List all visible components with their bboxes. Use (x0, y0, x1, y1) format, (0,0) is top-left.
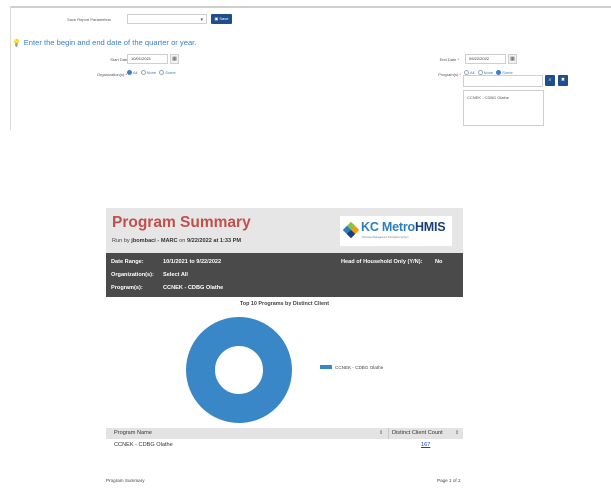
footer-report-name: Program Summary (106, 478, 145, 483)
report-viewer-page: Save Report Parameters ▾ ▣Save 💡 Enter th… (0, 0, 611, 489)
legend-swatch (320, 365, 332, 369)
org-radio-group: All None Some (125, 70, 176, 75)
required-marker: * (457, 57, 459, 62)
meta-program-label: Program(s): (111, 285, 143, 291)
hint-text: Enter the begin and end date of the quar… (23, 38, 197, 47)
report-header: Program Summary Run by jbombaci - MARC o… (106, 208, 463, 253)
run-by-datetime: 9/22/2022 at 1:33 PM (186, 238, 242, 244)
meta-org-value: Select All (163, 272, 188, 278)
end-date-input[interactable]: 09/22/2022 (465, 54, 506, 64)
save-button-label: Save (219, 16, 229, 21)
save-params-button[interactable]: ▣Save (211, 14, 232, 24)
start-date-input[interactable]: 10/01/2021 (127, 54, 168, 64)
col-distinct-client-count[interactable]: Distinct Client Count (392, 430, 443, 436)
date-range-label: Date Range: (111, 259, 144, 265)
program-list: CCNEK - CDBG Olathe (463, 90, 544, 126)
logo-mark-icon (342, 221, 360, 239)
start-date-label-text: Start Date (110, 57, 129, 62)
run-by-user: jbombaci - MARC (131, 238, 178, 244)
run-by-on: on (179, 238, 186, 244)
required-marker: * (459, 72, 461, 77)
org-radio-all[interactable] (127, 70, 132, 75)
close-icon: ✖ (560, 77, 566, 83)
column-divider (388, 428, 389, 439)
org-radio-some[interactable] (159, 70, 165, 75)
search-icon: ⌕ (548, 77, 552, 83)
col-program-name[interactable]: Program Name (114, 430, 152, 436)
kc-metro-hmis-logo: KC MetroHMIS Homeless Management Informa… (340, 216, 452, 246)
end-date-label: End Date * (419, 57, 459, 62)
report-run-by: Run by jbombaci - MARC on 9/22/2022 at 1… (112, 238, 241, 244)
lightbulb-icon: 💡 (12, 40, 21, 47)
donut-slice[interactable] (186, 317, 292, 423)
program-search-input[interactable] (463, 75, 543, 87)
org-option-all: All (133, 70, 138, 75)
date-range-value: 10/1/2021 to 9/22/2022 (163, 259, 222, 265)
run-by-prefix: Run by (112, 238, 130, 244)
report-parameters-summary: Date Range: 10/1/2021 to 9/22/2022 Head … (106, 253, 463, 297)
search-button[interactable]: ⌕ (545, 75, 555, 86)
sort-icon[interactable]: ⇕ (455, 430, 459, 436)
calendar-icon[interactable]: ▦ (508, 54, 517, 64)
report-title: Program Summary (112, 214, 251, 231)
logo-kc: KC Metro (361, 220, 415, 234)
clear-button[interactable]: ✖ (558, 75, 568, 86)
table-row: CCNEK - CDBG Olathe 167 (106, 439, 463, 450)
chart-svg: CCNEK - CDBG Olathe (186, 317, 384, 423)
donut-chart: Top 10 Programs by Distinct Client CCNEK… (106, 297, 463, 423)
org-radio-none[interactable] (140, 70, 146, 75)
legend-label[interactable]: CCNEK - CDBG Olathe (335, 365, 384, 370)
meta-program-value: CCNEK - CDBG Olathe (163, 285, 224, 291)
logo-hmis: HMIS (414, 220, 446, 234)
org-option-some: Some (165, 70, 176, 75)
program-label: Program(s) * (417, 72, 461, 77)
program-label-text: Program(s) (438, 72, 459, 77)
calendar-icon[interactable]: ▦ (170, 54, 179, 64)
sort-icon[interactable]: ⇕ (379, 430, 383, 436)
program-table: Program Name ⇕ Distinct Client Count ⇕ C… (106, 428, 463, 450)
org-option-none: None (146, 70, 157, 75)
hoh-label: Head of Household Only (Y/N): (341, 259, 423, 265)
org-label: Organization(s) * (77, 72, 127, 77)
meta-org-label: Organization(s): (111, 272, 154, 278)
date-hint: 💡 Enter the begin and end date of the qua… (12, 38, 196, 47)
save-icon: ▣ (214, 16, 219, 21)
row-client-count-link[interactable]: 167 (421, 442, 430, 448)
footer-page-number: Page 1 of 2 (437, 478, 461, 483)
row-program-name: CCNEK - CDBG Olathe (114, 442, 173, 448)
start-date-label: Start Date * (87, 57, 131, 62)
hoh-value: No (435, 259, 443, 265)
saved-params-select[interactable]: ▾ (127, 14, 207, 24)
chevron-down-icon: ▾ (200, 17, 203, 23)
end-date-label-text: End Date (439, 57, 457, 62)
logo-text: KC MetroHMIS (361, 220, 446, 234)
program-list-item[interactable]: CCNEK - CDBG Olathe (467, 95, 540, 100)
org-label-text: Organization(s) (96, 72, 125, 77)
table-header: Program Name ⇕ Distinct Client Count ⇕ (106, 428, 463, 439)
saved-params-label: Save Report Parameters (67, 17, 112, 22)
logo-subtitle: Homeless Management Information System (362, 236, 409, 239)
report-output: Program Summary Run by jbombaci - MARC o… (106, 208, 463, 450)
